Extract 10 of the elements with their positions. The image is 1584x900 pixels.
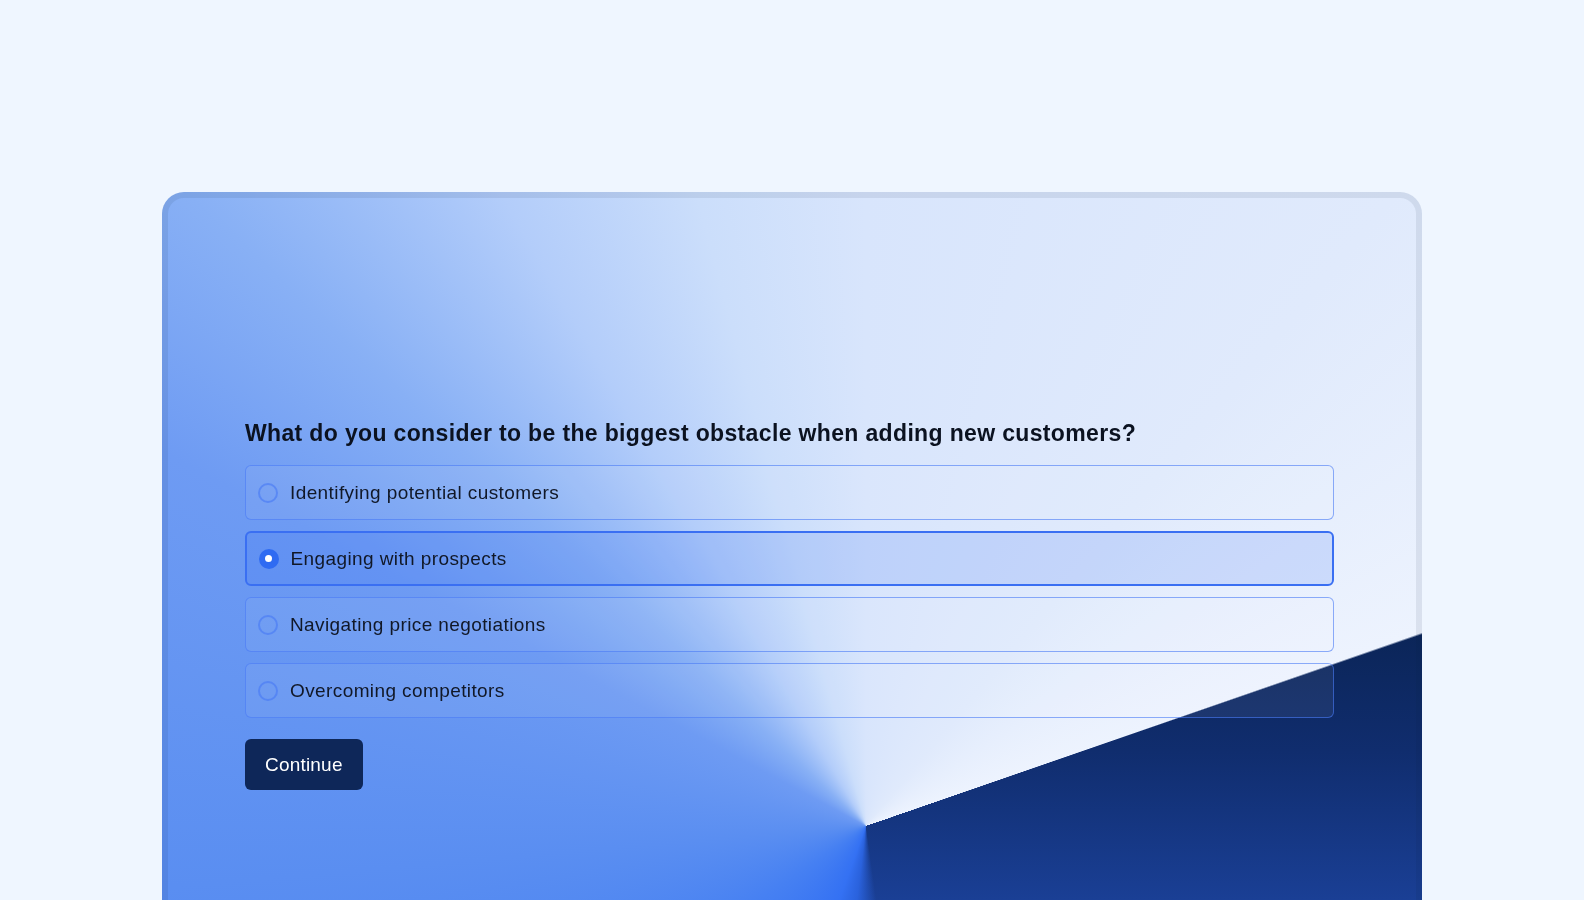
answer-option[interactable]: Identifying potential customers bbox=[245, 465, 1334, 520]
radio-icon bbox=[258, 614, 278, 635]
answer-option[interactable]: Engaging with prospects bbox=[245, 531, 1334, 586]
radio-icon bbox=[258, 482, 278, 503]
question-text: What do you consider to be the biggest obstacle when adding new customers? bbox=[245, 419, 1137, 448]
radio-icon bbox=[258, 548, 279, 569]
continue-button[interactable]: Continue bbox=[245, 739, 363, 790]
answer-option[interactable]: Overcoming competitors bbox=[245, 663, 1334, 718]
radio-icon bbox=[258, 680, 278, 701]
answer-option[interactable]: Navigating price negotiations bbox=[245, 597, 1334, 652]
